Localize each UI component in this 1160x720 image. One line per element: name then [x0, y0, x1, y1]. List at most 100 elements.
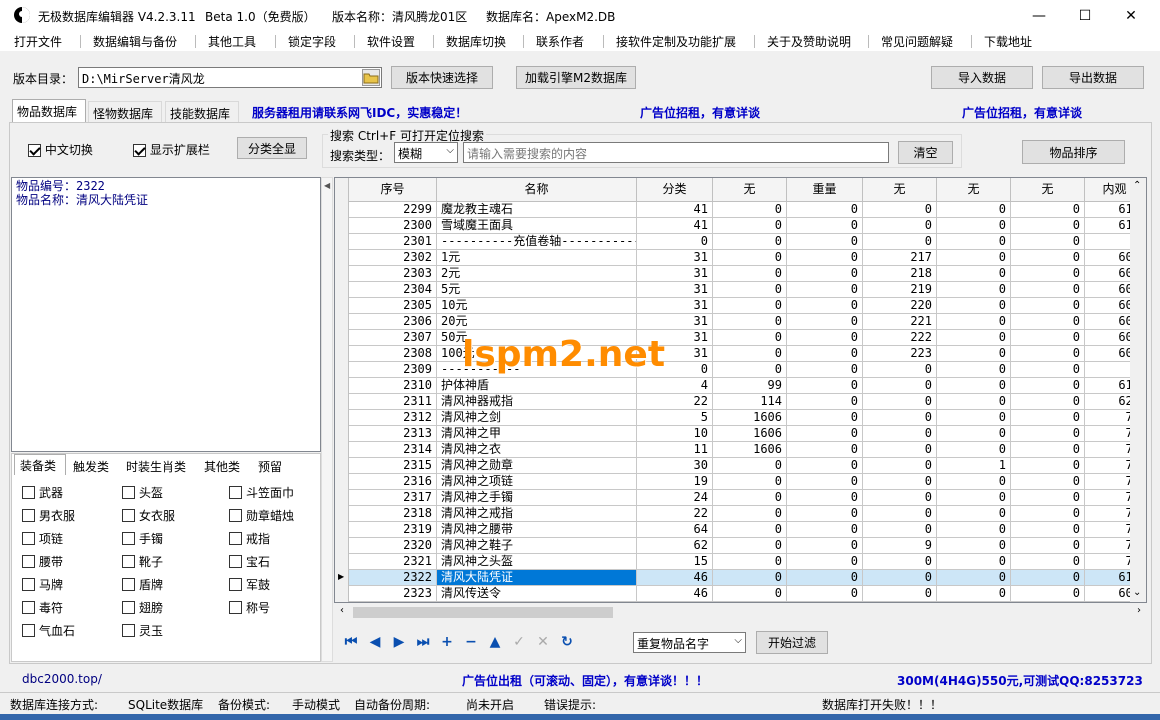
- table-cell[interactable]: 221: [863, 314, 937, 330]
- table-cell[interactable]: 0: [787, 378, 863, 394]
- table-row[interactable]: 2316清风神之项链190000070: [349, 474, 1145, 490]
- table-cell[interactable]: 1: [937, 458, 1011, 474]
- table-cell[interactable]: 24: [637, 490, 713, 506]
- table-cell[interactable]: 0: [1011, 346, 1085, 362]
- table-cell[interactable]: 清风神之鞋子: [437, 538, 637, 554]
- category-checkbox[interactable]: [122, 509, 135, 522]
- table-cell[interactable]: 0: [787, 346, 863, 362]
- category-checkbox[interactable]: [229, 509, 242, 522]
- category-tab-trigger[interactable]: 触发类: [68, 456, 114, 477]
- category-checkbox[interactable]: [22, 624, 35, 637]
- table-cell[interactable]: 0: [937, 554, 1011, 570]
- table-cell[interactable]: 5: [637, 410, 713, 426]
- table-cell[interactable]: 0: [787, 554, 863, 570]
- table-cell[interactable]: 0: [787, 234, 863, 250]
- nav-first-icon[interactable]: ⏮: [342, 633, 360, 651]
- table-cell[interactable]: 0: [937, 410, 1011, 426]
- category-checkbox[interactable]: [229, 601, 242, 614]
- nav-delete-icon[interactable]: −: [462, 633, 480, 651]
- table-cell[interactable]: 清风神之腰带: [437, 522, 637, 538]
- grid-hscroll[interactable]: ‹ ›: [335, 604, 1146, 621]
- table-cell[interactable]: 0: [1011, 218, 1085, 234]
- table-row[interactable]: 23021元310021700606: [349, 250, 1145, 266]
- scroll-up-icon[interactable]: ⌃: [1133, 180, 1141, 191]
- table-cell[interactable]: 31: [637, 250, 713, 266]
- table-cell[interactable]: 2301: [349, 234, 437, 250]
- clear-button[interactable]: 清空: [898, 141, 953, 164]
- hscroll-thumb[interactable]: [353, 607, 613, 618]
- table-cell[interactable]: 0: [937, 202, 1011, 218]
- category-checkbox[interactable]: [122, 532, 135, 545]
- table-cell[interactable]: 0: [863, 506, 937, 522]
- category-checkbox-item[interactable]: 斗笠面巾: [229, 484, 294, 501]
- scroll-left-icon[interactable]: ‹: [340, 605, 344, 616]
- category-checkbox[interactable]: [22, 578, 35, 591]
- table-row[interactable]: 2317清风神之手镯240000070: [349, 490, 1145, 506]
- category-checkbox-item[interactable]: 勋章蜡烛: [229, 507, 294, 524]
- table-cell[interactable]: 0: [863, 410, 937, 426]
- table-row[interactable]: 2300雪域魔王面具4100000616: [349, 218, 1145, 234]
- table-cell[interactable]: 0: [937, 266, 1011, 282]
- table-cell[interactable]: 0: [937, 538, 1011, 554]
- table-cell[interactable]: 0: [713, 234, 787, 250]
- table-cell[interactable]: 0: [787, 266, 863, 282]
- table-cell[interactable]: 64: [637, 522, 713, 538]
- table-cell[interactable]: 0: [863, 586, 937, 602]
- table-cell[interactable]: 0: [937, 442, 1011, 458]
- table-cell[interactable]: 22: [637, 506, 713, 522]
- table-cell[interactable]: 清风神之戒指: [437, 506, 637, 522]
- table-cell[interactable]: 0: [713, 202, 787, 218]
- table-row[interactable]: 2321清风神之头盔150000070: [349, 554, 1145, 570]
- table-row[interactable]: 2299魔龙教主魂石4100000616: [349, 202, 1145, 218]
- table-cell[interactable]: 5元: [437, 282, 637, 298]
- table-row[interactable]: 230620元310022100606: [349, 314, 1145, 330]
- minimize-button[interactable]: —: [1016, 0, 1062, 31]
- table-cell[interactable]: 0: [863, 394, 937, 410]
- nav-insert-icon[interactable]: +: [438, 633, 456, 651]
- table-cell[interactable]: 31: [637, 282, 713, 298]
- table-cell[interactable]: 0: [937, 490, 1011, 506]
- table-cell[interactable]: 0: [787, 490, 863, 506]
- table-cell[interactable]: 0: [787, 538, 863, 554]
- category-checkbox-item[interactable]: 灵玉: [122, 622, 163, 639]
- category-checkbox[interactable]: [122, 624, 135, 637]
- grid-header-cell[interactable]: 名称: [437, 178, 637, 202]
- nav-refresh-icon[interactable]: ↻: [558, 633, 576, 651]
- sort-button[interactable]: 物品排序: [1022, 140, 1125, 164]
- category-checkbox-item[interactable]: 武器: [22, 484, 63, 501]
- table-cell[interactable]: 223: [863, 346, 937, 362]
- load-engine-button[interactable]: 加载引擎M2数据库: [516, 66, 636, 89]
- table-cell[interactable]: 0: [937, 218, 1011, 234]
- export-button[interactable]: 导出数据: [1042, 66, 1144, 89]
- table-cell[interactable]: 0: [937, 378, 1011, 394]
- table-cell[interactable]: 0: [637, 234, 713, 250]
- table-cell[interactable]: 0: [787, 474, 863, 490]
- category-checkbox[interactable]: [22, 555, 35, 568]
- table-cell[interactable]: 0: [713, 250, 787, 266]
- table-cell[interactable]: 0: [1011, 522, 1085, 538]
- table-cell[interactable]: 2310: [349, 378, 437, 394]
- grid-header-cell[interactable]: 重量: [787, 178, 863, 202]
- table-cell[interactable]: 0: [937, 362, 1011, 378]
- site-link[interactable]: dbc2000.top/: [22, 672, 102, 686]
- category-checkbox-item[interactable]: 靴子: [122, 553, 163, 570]
- table-cell[interactable]: 2313: [349, 426, 437, 442]
- table-cell[interactable]: 清风神之头盔: [437, 554, 637, 570]
- table-cell[interactable]: 10: [637, 426, 713, 442]
- table-cell[interactable]: 0: [937, 570, 1011, 586]
- category-checkbox-item[interactable]: 宝石: [229, 553, 270, 570]
- category-checkbox-item[interactable]: 毒符: [22, 599, 63, 616]
- table-cell[interactable]: 31: [637, 314, 713, 330]
- table-cell[interactable]: 0: [787, 202, 863, 218]
- table-cell[interactable]: 2302: [349, 250, 437, 266]
- grid-header-cell[interactable]: 无: [937, 178, 1011, 202]
- table-cell[interactable]: 0: [863, 490, 937, 506]
- category-checkbox-item[interactable]: 军鼓: [229, 576, 270, 593]
- table-cell[interactable]: 0: [787, 410, 863, 426]
- table-cell[interactable]: 清风大陆凭证: [437, 570, 637, 586]
- table-cell[interactable]: 0: [787, 442, 863, 458]
- table-cell[interactable]: 4: [637, 378, 713, 394]
- nav-next-icon[interactable]: ▶: [390, 633, 408, 651]
- table-cell[interactable]: 清风神之项链: [437, 474, 637, 490]
- table-cell[interactable]: 0: [1011, 394, 1085, 410]
